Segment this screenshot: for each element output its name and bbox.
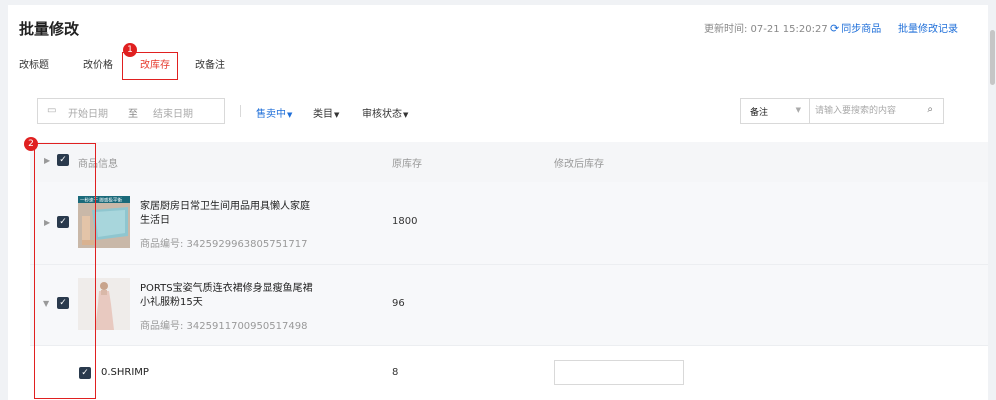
checkbox-column-highlight xyxy=(34,143,96,399)
sku-name: 0.SHRIMP xyxy=(101,367,149,378)
new-stock-input[interactable] xyxy=(554,360,684,385)
sync-label: 同步商品 xyxy=(841,24,882,35)
chevron-down-icon: ▼ xyxy=(795,106,801,114)
row-divider xyxy=(30,345,988,346)
annotation-marker-1: 1 xyxy=(123,43,137,57)
calendar-icon: ▭ xyxy=(47,105,57,116)
annotation-marker-2: 2 xyxy=(24,137,38,151)
scrollbar-thumb[interactable] xyxy=(990,30,995,85)
table-header xyxy=(30,142,988,182)
product-code: 商品编号: 3425911700950517498 xyxy=(140,321,308,332)
caret-down-icon: ▼ xyxy=(403,111,409,119)
status-filter-dropdown[interactable]: 售卖中▼ xyxy=(256,105,292,120)
date-separator: 至 xyxy=(128,109,138,120)
review-filter-label: 审核状态 xyxy=(362,109,402,120)
product-title: PORTS宝姿气质连衣裙修身显瘦鱼尾裙小礼服粉15天 xyxy=(140,283,313,308)
review-filter-dropdown[interactable]: 审核状态▼ xyxy=(362,105,408,120)
product-title: 家居厨房日常卫生间用品用具懒人家庭生活日 xyxy=(140,201,310,226)
sync-icon: ⟳ xyxy=(830,22,840,35)
search-field-value: 备注 xyxy=(750,108,769,118)
filter-divider xyxy=(240,105,241,117)
batch-history-link[interactable]: 批量修改记录 xyxy=(898,20,958,35)
caret-down-icon: ▼ xyxy=(334,111,340,119)
caret-down-icon: ▼ xyxy=(287,111,293,119)
original-stock-value: 96 xyxy=(392,298,405,309)
sku-original-stock: 8 xyxy=(392,367,399,378)
tab-edit-title[interactable]: 改标题 xyxy=(19,56,49,71)
update-time: 更新时间: 07-21 15:20:27 xyxy=(704,24,828,35)
search-bar: 备注 ▼ ⌕ xyxy=(740,98,944,124)
date-range-picker[interactable]: ▭ 开始日期 至 结束日期 xyxy=(37,98,225,124)
sync-products-link[interactable]: ⟳ 同步商品 xyxy=(830,20,881,35)
start-date-placeholder[interactable]: 开始日期 xyxy=(68,105,108,120)
category-filter-dropdown[interactable]: 类目▼ xyxy=(313,105,339,120)
search-field-select[interactable]: 备注 ▼ xyxy=(741,99,810,123)
search-icon[interactable]: ⌕ xyxy=(927,104,933,115)
category-filter-label: 类目 xyxy=(313,109,333,120)
status-filter-label: 售卖中 xyxy=(256,109,286,120)
column-header-new-stock: 修改后库存 xyxy=(554,159,604,170)
tab-edit-remark[interactable]: 改备注 xyxy=(195,56,225,71)
column-header-original-stock: 原库存 xyxy=(392,159,422,170)
scrollbar[interactable] xyxy=(988,0,996,400)
end-date-placeholder[interactable]: 结束日期 xyxy=(153,105,193,120)
product-code: 商品编号: 3425929963805751717 xyxy=(140,239,308,250)
page-title: 批量修改 xyxy=(19,20,80,38)
search-input[interactable] xyxy=(813,101,921,121)
tab-edit-price[interactable]: 改价格 xyxy=(83,56,113,71)
original-stock-value: 1800 xyxy=(392,216,418,227)
